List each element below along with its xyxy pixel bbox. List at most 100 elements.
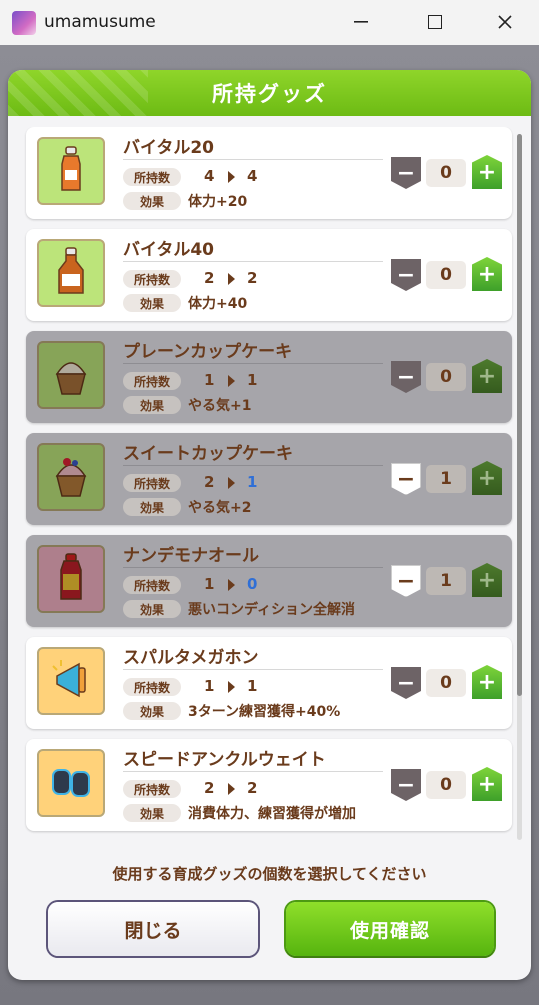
small-bottle-icon — [49, 144, 93, 198]
name-divider — [123, 261, 383, 262]
goods-name: スパルタメガホン — [123, 648, 259, 668]
owned-label: 所持数 — [123, 780, 181, 798]
owned-count-after: 2 — [247, 269, 258, 287]
owned-count-before: 1 — [204, 677, 215, 695]
decrement-button[interactable]: − — [391, 463, 421, 495]
owned-label: 所持数 — [123, 270, 181, 288]
goods-thumbnail — [37, 443, 105, 511]
goods-name: スイートカップケーキ — [123, 444, 293, 464]
effect-label: 効果 — [123, 498, 181, 516]
owned-label: 所持数 — [123, 372, 181, 390]
arrow-right-icon — [228, 171, 235, 183]
minimize-button[interactable] — [338, 6, 384, 38]
decrement-button[interactable]: − — [391, 667, 421, 699]
increment-button[interactable]: + — [472, 155, 502, 189]
effect-label: 効果 — [123, 396, 181, 414]
window-title: umamusume — [44, 12, 156, 32]
increment-button[interactable]: + — [472, 767, 502, 801]
increment-button[interactable]: + — [472, 359, 502, 393]
increment-button[interactable]: + — [472, 257, 502, 291]
name-divider — [123, 363, 383, 364]
goods-name: プレーンカップケーキ — [123, 342, 293, 362]
arrow-right-icon — [228, 579, 235, 591]
scrollbar-thumb[interactable] — [517, 134, 522, 696]
owned-count-before: 2 — [204, 779, 215, 797]
owned-goods-dialog: 所持グッズ バイタル20 所持数 4 4 効果 体力+20−0 + バイタル40 所持数 2 2 効果… — [8, 70, 531, 980]
name-divider — [123, 771, 383, 772]
medicine-bottle-icon — [49, 552, 93, 606]
quantity-value: 1 — [426, 465, 466, 493]
megaphone-icon — [49, 654, 93, 708]
increment-button[interactable]: + — [472, 461, 502, 495]
effect-text: やる気+2 — [188, 500, 252, 516]
goods-item: バイタル20 所持数 4 4 効果 体力+20 −0 + — [26, 127, 512, 219]
close-button[interactable]: 閉じる — [48, 902, 258, 956]
goods-thumbnail — [37, 137, 105, 205]
goods-name: スピードアンクルウェイト — [123, 750, 326, 770]
goods-list[interactable]: バイタル20 所持数 4 4 効果 体力+20−0 + バイタル40 所持数 2 2 効果 体力+40−… — [20, 127, 526, 850]
effect-text: 体力+40 — [188, 296, 248, 312]
increment-button[interactable]: + — [472, 563, 502, 597]
goods-name: バイタル20 — [123, 138, 214, 158]
arrow-right-icon — [228, 477, 235, 489]
goods-thumbnail — [37, 749, 105, 817]
effect-text: やる気+1 — [188, 398, 252, 414]
goods-thumbnail — [37, 647, 105, 715]
goods-name: バイタル40 — [123, 240, 214, 260]
owned-label: 所持数 — [123, 678, 181, 696]
app-icon — [12, 11, 36, 35]
header-decoration — [8, 70, 148, 116]
goods-item: スイートカップケーキ 所持数 2 1 効果 やる気+2−1 + — [26, 433, 512, 525]
quantity-value: 0 — [426, 771, 466, 799]
name-divider — [123, 159, 383, 160]
close-window-button[interactable] — [482, 6, 528, 38]
decrement-button[interactable]: − — [391, 157, 421, 189]
arrow-right-icon — [228, 273, 235, 285]
decrement-button[interactable]: − — [391, 361, 421, 393]
quantity-value: 0 — [426, 159, 466, 187]
maximize-button[interactable] — [412, 6, 458, 38]
arrow-right-icon — [228, 681, 235, 693]
effect-text: 3ターン練習獲得+40% — [188, 704, 341, 720]
minimize-icon — [354, 21, 368, 23]
quantity-value: 0 — [426, 669, 466, 697]
increment-button[interactable]: + — [472, 665, 502, 699]
owned-count-after: 1 — [247, 473, 258, 491]
goods-thumbnail — [37, 545, 105, 613]
owned-count-before: 1 — [204, 371, 215, 389]
owned-count-after: 1 — [247, 371, 258, 389]
quantity-value: 0 — [426, 363, 466, 391]
use-confirm-button[interactable]: 使用確認 — [286, 902, 494, 956]
quantity-value: 1 — [426, 567, 466, 595]
goods-item: バイタル40 所持数 2 2 効果 体力+40 −0 + — [26, 229, 512, 321]
owned-count-after: 0 — [247, 575, 258, 593]
goods-thumbnail — [37, 239, 105, 307]
arrow-right-icon — [228, 783, 235, 795]
effect-label: 効果 — [123, 702, 181, 720]
bottle-icon — [49, 246, 93, 300]
effect-label: 効果 — [123, 600, 181, 618]
goods-item: スパルタメガホン 所持数 1 1 効果 3ターン練習獲得+40% −0 + — [26, 637, 512, 729]
dialog-title: 所持グッズ — [212, 82, 327, 106]
decrement-button[interactable]: − — [391, 565, 421, 597]
close-icon — [498, 15, 512, 29]
name-divider — [123, 465, 383, 466]
owned-count-before: 1 — [204, 575, 215, 593]
ankle-weight-icon — [49, 756, 93, 810]
owned-count-after: 4 — [247, 167, 258, 185]
instruction-text: 使用する育成グッズの個数を選択してください — [112, 865, 427, 883]
list-scrollbar[interactable] — [517, 134, 522, 840]
effect-text: 悪いコンディション全解消 — [188, 602, 356, 618]
decrement-button[interactable]: − — [391, 259, 421, 291]
owned-count-before: 2 — [204, 473, 215, 491]
goods-item: ナンデモナオール 所持数 1 0 効果 悪いコンディション全解消 −1 + — [26, 535, 512, 627]
owned-label: 所持数 — [123, 474, 181, 492]
goods-item: スピードアンクルウェイト 所持数 2 2 効果 消費体力、練習獲得が増加 −0 + — [26, 739, 512, 831]
decrement-button[interactable]: − — [391, 769, 421, 801]
goods-item: プレーンカップケーキ 所持数 1 1 効果 やる気+1 −0 + — [26, 331, 512, 423]
owned-count-after: 1 — [247, 677, 258, 695]
quantity-value: 0 — [426, 261, 466, 289]
owned-label: 所持数 — [123, 576, 181, 594]
effect-text: 消費体力、練習獲得が増加 — [188, 806, 356, 822]
effect-label: 効果 — [123, 294, 181, 312]
